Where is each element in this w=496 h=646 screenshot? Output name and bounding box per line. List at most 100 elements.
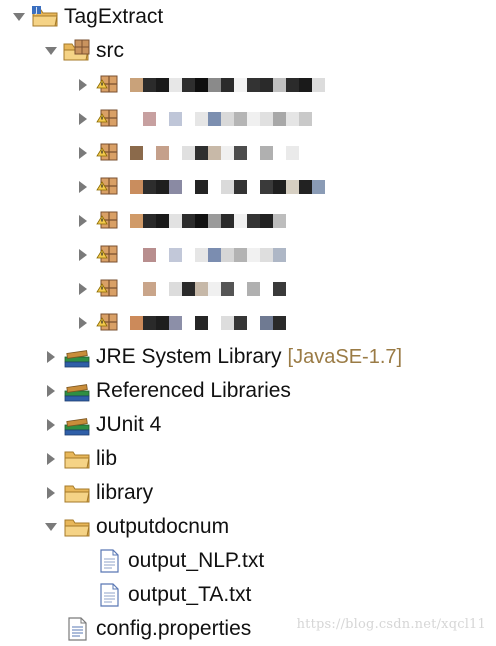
pixel-block [286, 146, 299, 160]
tree-item-folder[interactable]: library [0, 476, 496, 510]
watermark: https://blog.csdn.net/xqcl11 [296, 617, 486, 632]
pixel-block [169, 248, 182, 262]
pixel-block [182, 316, 195, 330]
package-icon [94, 68, 126, 102]
tree-item-package[interactable] [0, 306, 496, 340]
pixel-block [143, 214, 156, 228]
pixel-block [182, 112, 195, 126]
pixel-block [208, 282, 221, 296]
pixel-block [182, 180, 195, 194]
expand-toggle[interactable] [8, 0, 30, 34]
expand-toggle[interactable] [40, 442, 62, 476]
tree-item-folder[interactable]: lib [0, 442, 496, 476]
pixel-block [299, 78, 312, 92]
expand-toggle[interactable] [40, 408, 62, 442]
pixel-block [182, 146, 195, 160]
pixel-block [143, 146, 156, 160]
tree-item-folder[interactable]: outputdocnum [0, 510, 496, 544]
expand-toggle[interactable] [40, 374, 62, 408]
expand-toggle[interactable] [40, 510, 62, 544]
package-icon [94, 204, 126, 238]
pixel-block [130, 282, 143, 296]
pixel-block [221, 146, 234, 160]
tree-item-package[interactable] [0, 204, 496, 238]
pixel-block [234, 180, 247, 194]
pixel-block [208, 112, 221, 126]
pixel-block [208, 214, 221, 228]
package-name-obscured [130, 176, 325, 198]
pixel-block [247, 282, 260, 296]
project-folder-icon: J [30, 0, 62, 34]
tree-item-project[interactable]: J TagExtract [0, 0, 496, 34]
expand-toggle[interactable] [72, 306, 94, 340]
pixel-block [156, 146, 169, 160]
expand-toggle[interactable] [72, 102, 94, 136]
tree-item-library[interactable]: JUnit 4 [0, 408, 496, 442]
expand-toggle[interactable] [72, 272, 94, 306]
pixel-block [195, 146, 208, 160]
folder-icon [62, 476, 94, 510]
expand-toggle[interactable] [40, 476, 62, 510]
pixel-block [156, 180, 169, 194]
pixel-block [260, 214, 273, 228]
pixel-block [169, 146, 182, 160]
library-icon [62, 408, 94, 442]
pixel-block [195, 78, 208, 92]
pixel-block [195, 180, 208, 194]
pixel-block [130, 112, 143, 126]
tree-item-package[interactable] [0, 136, 496, 170]
tree-item-library[interactable]: JRE System Library [JavaSE-1.7] [0, 340, 496, 374]
pixel-block [182, 78, 195, 92]
library-name: Referenced Libraries [96, 379, 291, 402]
svg-text:J: J [34, 6, 37, 15]
tree-item-package[interactable] [0, 68, 496, 102]
pixel-block [273, 146, 286, 160]
pixel-block [143, 282, 156, 296]
pixel-block [156, 78, 169, 92]
pixel-block [130, 316, 143, 330]
pixel-block [221, 180, 234, 194]
expand-toggle[interactable] [72, 238, 94, 272]
pixel-block [195, 214, 208, 228]
expand-toggle[interactable] [72, 136, 94, 170]
pixel-block [234, 214, 247, 228]
tree-item-package[interactable] [0, 272, 496, 306]
tree-item-package[interactable] [0, 102, 496, 136]
tree-item-src[interactable]: src [0, 34, 496, 68]
pixel-block [195, 248, 208, 262]
package-icon [94, 272, 126, 306]
pixel-block [286, 180, 299, 194]
pixel-block [156, 248, 169, 262]
library-icon [62, 374, 94, 408]
pixel-block [234, 282, 247, 296]
pixel-block [130, 214, 143, 228]
pixel-block [130, 146, 143, 160]
expand-toggle[interactable] [72, 68, 94, 102]
folder-name: outputdocnum [96, 515, 230, 538]
tree-item-package[interactable] [0, 170, 496, 204]
package-name-obscured [130, 74, 325, 96]
pixel-block [169, 282, 182, 296]
pixel-block [247, 180, 260, 194]
pixel-block [260, 78, 273, 92]
tree-item-library[interactable]: Referenced Libraries [0, 374, 496, 408]
tree-item-package[interactable] [0, 238, 496, 272]
pixel-block [247, 112, 260, 126]
expand-toggle[interactable] [40, 340, 62, 374]
pixel-block [143, 78, 156, 92]
tree-item-file[interactable]: output_NLP.txt [0, 544, 496, 578]
expand-toggle[interactable] [40, 34, 62, 68]
folder-open-icon [62, 510, 94, 544]
pixel-block [234, 78, 247, 92]
expand-toggle[interactable] [72, 170, 94, 204]
expand-toggle[interactable] [72, 204, 94, 238]
pixel-block [299, 112, 312, 126]
tree-item-file[interactable]: output_TA.txt [0, 578, 496, 612]
